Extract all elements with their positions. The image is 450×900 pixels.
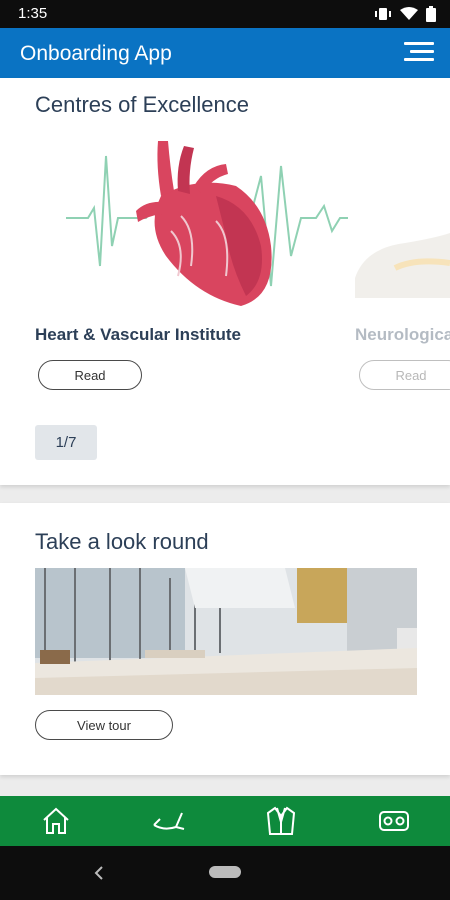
carousel-item-heart[interactable]: Heart & Vascular Institute Read	[0, 78, 350, 398]
status-time: 1:35	[18, 5, 48, 22]
pager-indicator: 1/7	[35, 425, 97, 460]
tour-title: Take a look round	[35, 529, 209, 554]
vibrate-icon	[375, 8, 391, 20]
system-nav-bar	[0, 846, 450, 900]
lab-coat-icon	[267, 806, 296, 835]
brain-illustration	[355, 233, 450, 298]
heart-illustration	[66, 141, 348, 306]
item-title-heart: Heart & Vascular Institute	[35, 325, 241, 344]
read-button-heart[interactable]: Read	[38, 360, 142, 390]
battery-icon	[426, 6, 436, 22]
vr-headset-icon	[378, 811, 409, 831]
item-title-neuro: Neurological	[355, 325, 450, 344]
status-bar: 1:35	[0, 0, 450, 28]
home-icon	[43, 807, 69, 834]
read-button-neuro[interactable]: Read	[359, 360, 450, 390]
bottom-nav	[0, 796, 450, 846]
wifi-icon	[400, 7, 418, 20]
app-bar: Onboarding App	[0, 28, 450, 78]
tour-image[interactable]	[35, 568, 417, 695]
nav-coat[interactable]	[251, 796, 311, 846]
carousel-item-neuro[interactable]: Neurological Read	[355, 78, 450, 398]
app-title: Onboarding App	[20, 42, 172, 65]
back-icon[interactable]	[92, 864, 106, 882]
medical-icon	[153, 812, 184, 830]
view-tour-button[interactable]: View tour	[35, 710, 173, 740]
centres-card: Centres of Excellence Heart & Vascular I…	[0, 78, 450, 485]
tour-card: Take a look round View tour	[0, 503, 450, 775]
status-icons	[374, 6, 436, 22]
hamburger-menu-icon[interactable]	[404, 42, 434, 64]
home-pill[interactable]	[209, 866, 241, 878]
nav-home[interactable]	[26, 796, 86, 846]
nav-medical[interactable]	[139, 796, 199, 846]
nav-vr[interactable]	[364, 796, 424, 846]
